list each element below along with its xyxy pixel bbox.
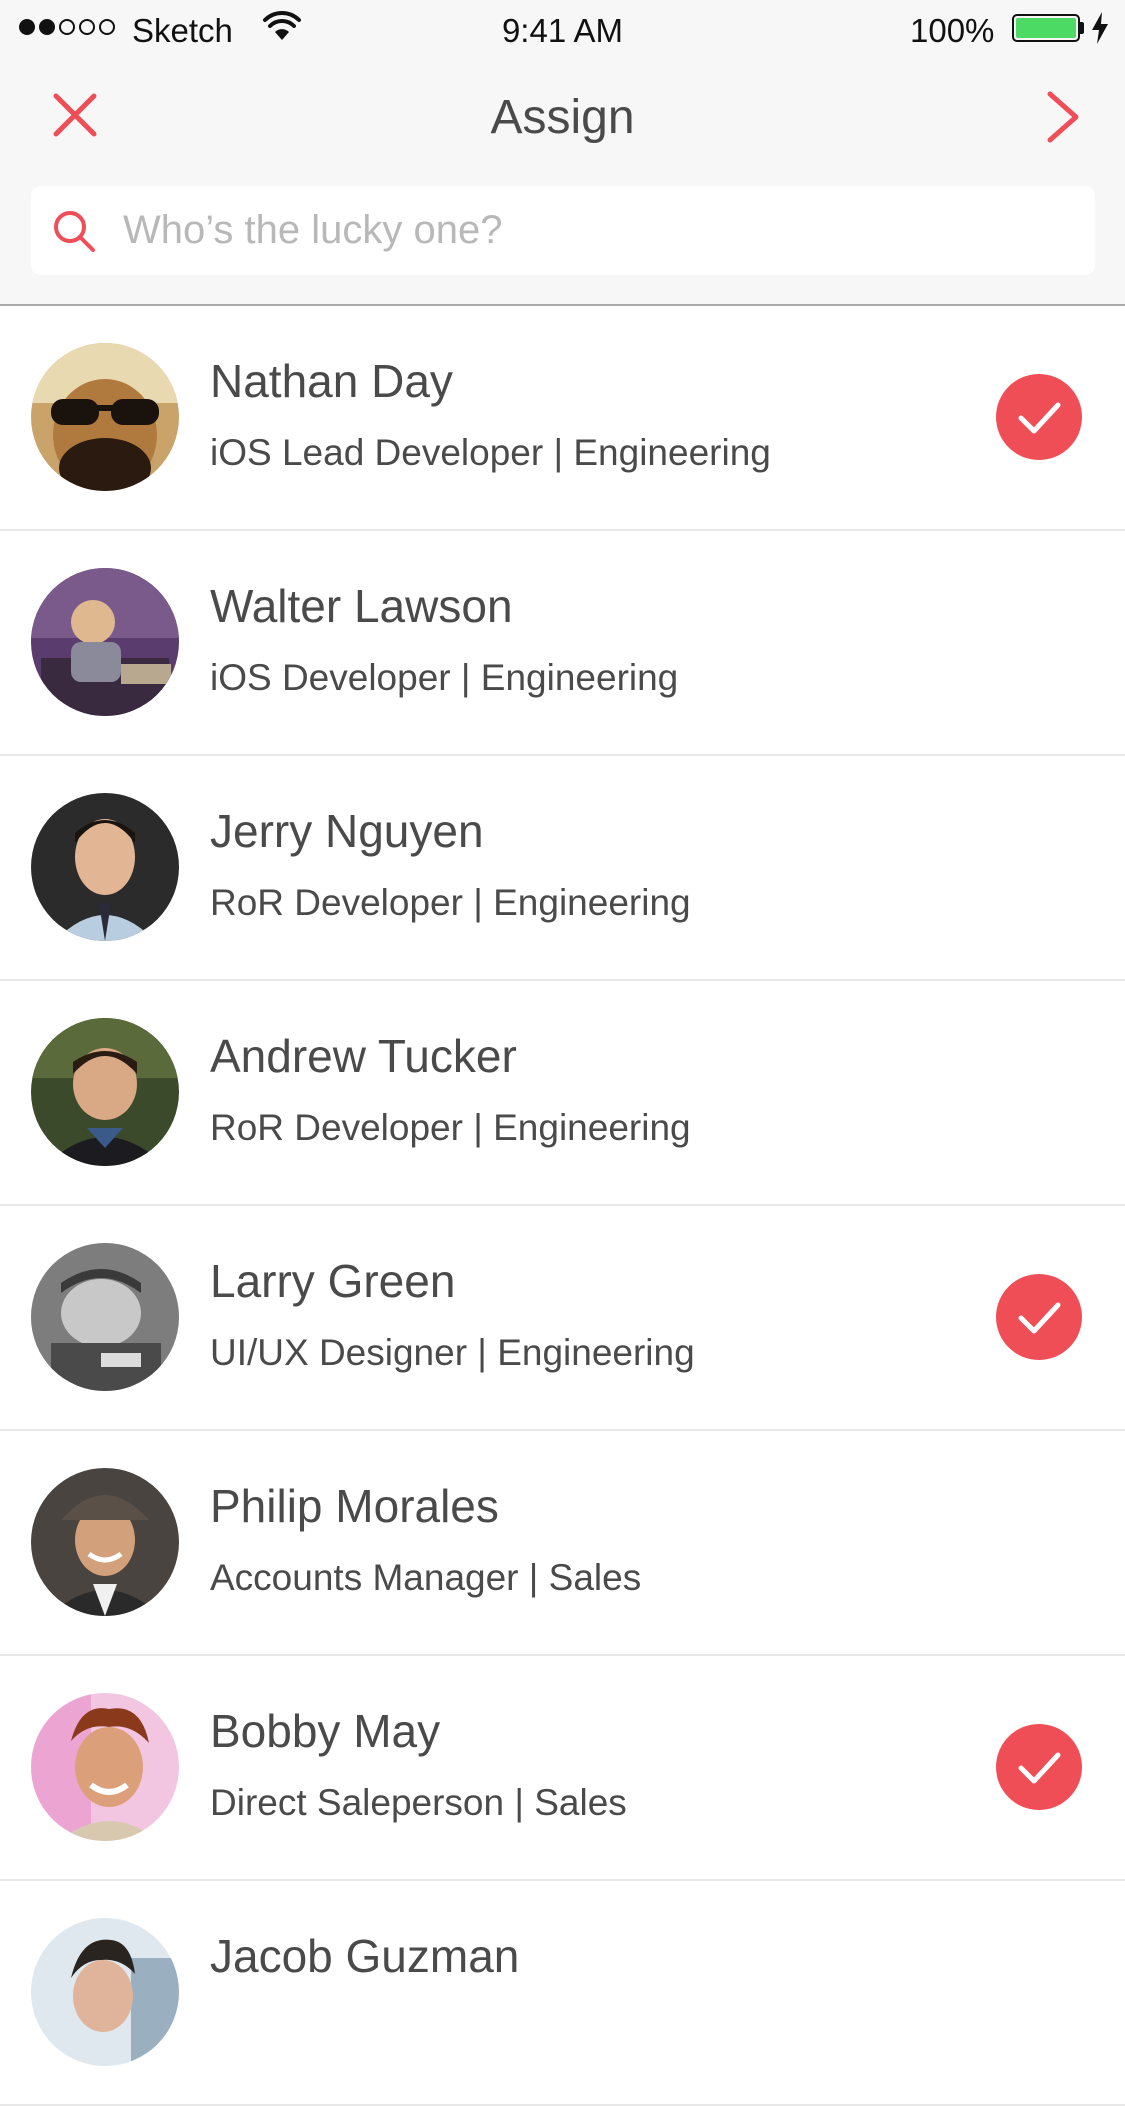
- person-role: iOS Lead Developer | Engineering: [210, 432, 771, 473]
- chevron-right-icon[interactable]: [1042, 88, 1086, 146]
- person-row[interactable]: Jacob Guzman: [0, 1881, 1125, 2106]
- avatar: [31, 343, 179, 491]
- person-name: Nathan Day: [210, 355, 453, 407]
- person-role: iOS Developer | Engineering: [210, 657, 679, 698]
- person-row[interactable]: Andrew Tucker RoR Developer | Engineerin…: [0, 981, 1125, 1206]
- person-name: Walter Lawson: [210, 580, 513, 632]
- person-row[interactable]: Nathan Day iOS Lead Developer | Engineer…: [0, 306, 1125, 531]
- person-role: Direct Saleperson | Sales: [210, 1782, 627, 1823]
- avatar: [31, 1693, 179, 1841]
- status-bar: Sketch 9:41 AM 100%: [0, 0, 1125, 60]
- battery-icon: [1012, 14, 1080, 42]
- person-name: Andrew Tucker: [210, 1030, 517, 1082]
- person-row[interactable]: Jerry Nguyen RoR Developer | Engineering: [0, 756, 1125, 981]
- battery-level: [1016, 18, 1076, 38]
- avatar: [31, 568, 179, 716]
- avatar: [31, 1243, 179, 1391]
- person-role: RoR Developer | Engineering: [210, 1107, 691, 1148]
- person-row[interactable]: Bobby May Direct Saleperson | Sales: [0, 1656, 1125, 1881]
- selected-checkmark-icon[interactable]: [996, 374, 1082, 460]
- person-name: Jacob Guzman: [210, 1930, 520, 1982]
- search-bar[interactable]: [31, 186, 1095, 275]
- avatar: [31, 1468, 179, 1616]
- selected-checkmark-icon[interactable]: [996, 1724, 1082, 1810]
- people-list: Nathan Day iOS Lead Developer | Engineer…: [0, 306, 1125, 2106]
- avatar: [31, 1018, 179, 1166]
- avatar: [31, 793, 179, 941]
- person-row[interactable]: Walter Lawson iOS Developer | Engineerin…: [0, 531, 1125, 756]
- person-name: Philip Morales: [210, 1480, 499, 1532]
- person-name: Bobby May: [210, 1705, 441, 1757]
- battery-tip: [1080, 22, 1084, 34]
- person-role: UI/UX Designer | Engineering: [210, 1332, 695, 1373]
- person-role: RoR Developer | Engineering: [210, 882, 691, 923]
- person-name: Jerry Nguyen: [210, 805, 484, 857]
- charging-bolt-icon: [1092, 12, 1108, 44]
- selected-checkmark-icon[interactable]: [996, 1274, 1082, 1360]
- person-name: Larry Green: [210, 1255, 456, 1307]
- person-row[interactable]: Philip Morales Accounts Manager | Sales: [0, 1431, 1125, 1656]
- page-title: Assign: [490, 91, 635, 144]
- battery-percentage: 100%: [910, 12, 995, 49]
- search-input[interactable]: [123, 186, 1063, 275]
- person-role: Accounts Manager | Sales: [210, 1557, 642, 1598]
- search-icon: [54, 211, 95, 252]
- person-row[interactable]: Larry Green UI/UX Designer | Engineering: [0, 1206, 1125, 1431]
- header: Sketch 9:41 AM 100% Assign: [0, 0, 1125, 306]
- avatar: [31, 1918, 179, 2066]
- navigation-bar: Assign: [0, 60, 1125, 180]
